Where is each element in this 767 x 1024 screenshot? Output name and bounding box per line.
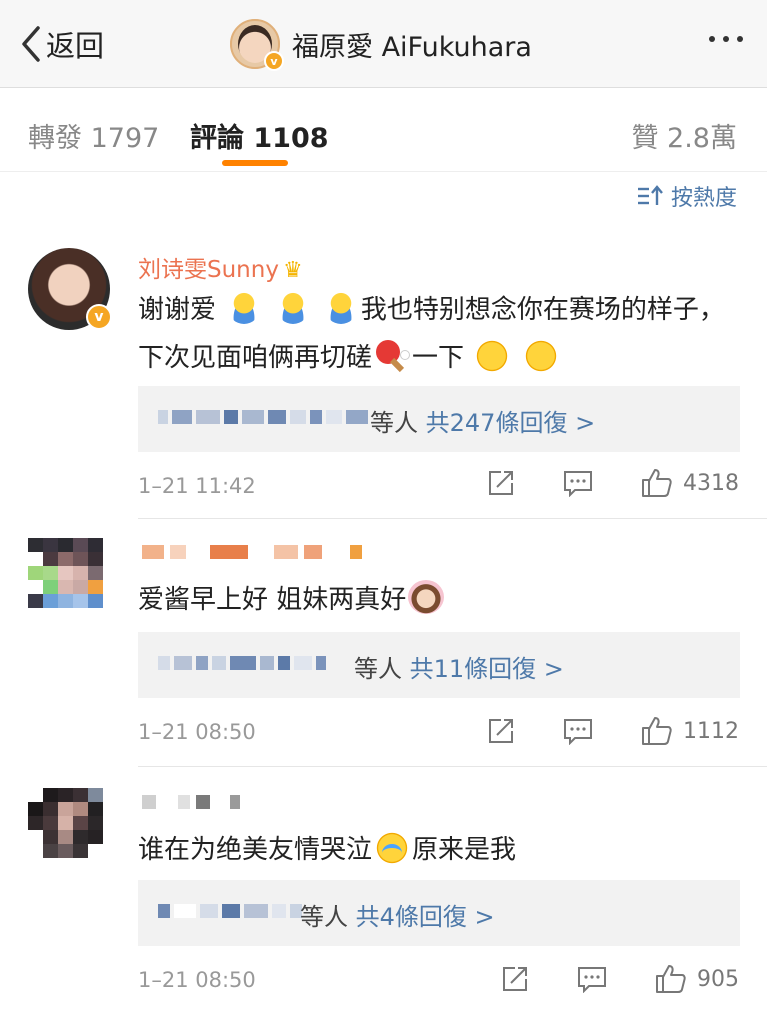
replies-box[interactable]: 等人 共4條回復 > [138, 880, 740, 946]
smile-emoji-icon [524, 340, 557, 372]
comment-divider [138, 518, 767, 519]
comment-time: 1–21 11:42 [138, 474, 256, 498]
hug-emoji-icon [324, 292, 357, 324]
sort-icon [637, 185, 663, 205]
hug-emoji-icon [276, 292, 309, 324]
ping-pong-emoji-icon [374, 338, 411, 373]
tab-likes[interactable]: 贊 2.8萬 [631, 116, 737, 155]
active-tab-indicator [222, 160, 288, 166]
repost-button[interactable] [487, 469, 515, 497]
comment-actions: 1112 [487, 716, 739, 746]
username-text: 刘诗雯Sunny [138, 257, 279, 283]
share-icon [489, 471, 513, 495]
comment-text-part: 原来是我 [412, 835, 517, 865]
blurred-reply-names [158, 904, 302, 918]
avatar[interactable]: v [28, 248, 112, 330]
crown-icon: ♛ [282, 258, 303, 283]
comment-text: 爱酱早上好 姐妹两真好 [138, 576, 738, 624]
chevron-left-icon [22, 26, 40, 62]
dot-icon [737, 36, 743, 42]
comment-actions: 905 [501, 964, 739, 994]
comment-icon [564, 471, 592, 497]
thumbs-up-icon [656, 965, 686, 993]
comment-text-part: 谢谢爱 [138, 295, 217, 325]
repost-button[interactable] [487, 717, 515, 745]
bride-emoji-icon [408, 580, 445, 614]
view-replies-link[interactable]: 共247條回復 > [426, 409, 596, 437]
back-button[interactable]: 返回 [20, 22, 104, 66]
verified-badge-icon: v [264, 51, 284, 71]
comment-text: 谢谢爱 我也特别想念你在赛场的样子，下次见面咱俩再切磋 一下 [138, 286, 738, 382]
comment-username[interactable]: 刘诗雯Sunny ♛ [138, 250, 303, 284]
avatar[interactable]: v [230, 19, 284, 71]
tab-comments[interactable]: 評論 1108 [190, 116, 329, 155]
blush-emoji-icon [476, 340, 509, 372]
verified-badge-icon: v [86, 304, 112, 330]
like-count: 905 [697, 966, 739, 992]
comment-username[interactable] [142, 788, 240, 816]
view-replies-link[interactable]: 共4條回復 > [356, 903, 495, 931]
like-button[interactable]: 905 [655, 964, 739, 994]
like-count: 4318 [683, 470, 739, 496]
dot-icon [709, 36, 715, 42]
navigation-bar: 返回 v 福原愛 AiFukuhara [0, 0, 767, 88]
comment-username[interactable] [142, 538, 362, 566]
like-button[interactable]: 4318 [641, 468, 739, 498]
comment-icon [564, 719, 592, 745]
reply-button[interactable] [563, 717, 593, 745]
thumbs-up-icon [642, 469, 672, 497]
replies-box[interactable]: 等人 共247條回復 > [138, 386, 740, 452]
crying-emoji-icon [376, 832, 409, 864]
blurred-reply-names [158, 656, 326, 670]
sort-by-hot-button[interactable]: 按熱度 [637, 180, 737, 212]
profile-header[interactable]: v 福原愛 AiFukuhara [230, 18, 532, 71]
comment-text-part: 爱酱早上好 姐妹两真好 [138, 585, 407, 615]
replies-summary: 等人 共11條回復 > [354, 655, 564, 683]
avatar[interactable] [28, 788, 118, 872]
more-options-button[interactable] [709, 36, 743, 42]
replies-box[interactable]: 等人 共11條回復 > [138, 632, 740, 698]
tab-bar: 轉發 1797 評論 1108 贊 2.8萬 [0, 88, 767, 172]
view-replies-link[interactable]: 共11條回復 > [410, 655, 564, 683]
comment-time: 1–21 08:50 [138, 968, 256, 992]
replies-summary: 等人 共247條回復 > [370, 409, 596, 437]
hug-emoji-icon [228, 292, 261, 324]
sort-label: 按熱度 [670, 186, 737, 211]
blurred-reply-names [158, 410, 368, 424]
comment-divider [138, 766, 767, 767]
comment-text-part: 一下 [412, 343, 465, 373]
reply-button[interactable] [563, 469, 593, 497]
share-icon [503, 967, 527, 991]
like-count: 1112 [683, 718, 739, 744]
back-label: 返回 [46, 29, 105, 63]
comment-text: 谁在为绝美友情哭泣 原来是我 [138, 826, 738, 874]
reply-button[interactable] [577, 965, 607, 993]
like-button[interactable]: 1112 [641, 716, 739, 746]
comment-text-part: 谁在为绝美友情哭泣 [138, 835, 373, 865]
replies-summary: 等人 共4條回復 > [300, 903, 495, 931]
share-icon [489, 719, 513, 743]
dot-icon [723, 36, 729, 42]
avatar[interactable] [28, 538, 118, 622]
comment-actions: 4318 [487, 468, 739, 498]
page-title: 福原愛 AiFukuhara [292, 31, 532, 63]
thumbs-up-icon [642, 717, 672, 745]
repost-button[interactable] [501, 965, 529, 993]
comment-icon [578, 967, 606, 993]
tab-reposts[interactable]: 轉發 1797 [28, 116, 159, 155]
comment-time: 1–21 08:50 [138, 720, 256, 744]
